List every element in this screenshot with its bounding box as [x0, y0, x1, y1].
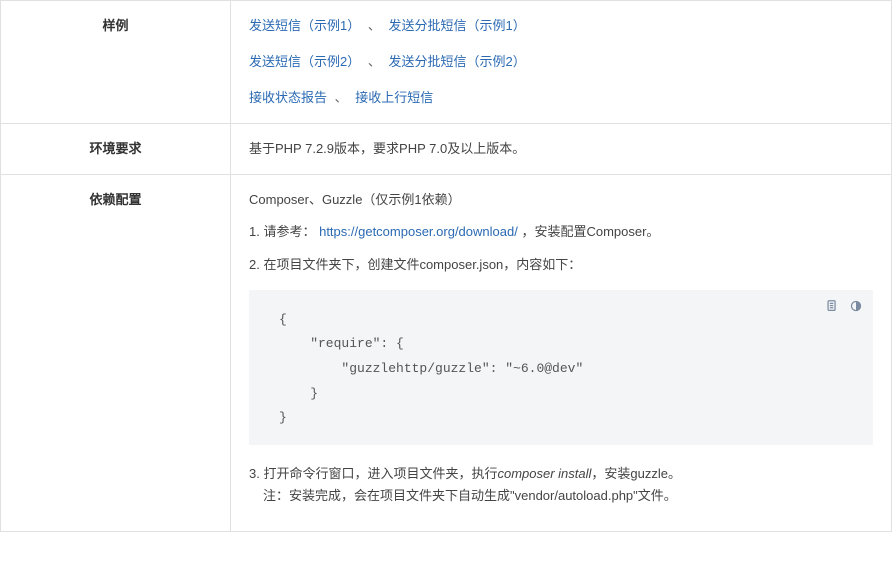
theme-toggle-icon[interactable] [849, 298, 863, 312]
link-send-batch-sms-ex2[interactable]: 发送分批短信（示例2） [389, 54, 526, 69]
content-samples: 发送短信（示例1） 、 发送分批短信（示例1） 发送短信（示例2） 、 发送分批… [231, 1, 892, 124]
code-content: { "require": { "guzzlehttp/guzzle": "~6.… [279, 308, 853, 431]
row-samples: 样例 发送短信（示例1） 、 发送分批短信（示例1） 发送短信（示例2） 、 发… [1, 1, 892, 124]
deps-step-3: 3. 打开命令行窗口，进入项目文件夹，执行composer install，安装… [249, 463, 873, 507]
row-deps: 依赖配置 Composer、Guzzle（仅示例1依赖） 1. 请参考： htt… [1, 175, 892, 532]
samples-line-3: 接收状态报告 、 接收上行短信 [249, 87, 873, 109]
step3-suffix: ，安装guzzle。 [591, 466, 681, 481]
step3-note: 注：安装完成，会在项目文件夹下自动生成"vendor/autoload.php"… [263, 485, 873, 507]
env-text: 基于PHP 7.2.9版本，要求PHP 7.0及以上版本。 [249, 141, 525, 156]
deps-step-2: 2. 在项目文件夹下，创建文件composer.json，内容如下： [249, 254, 873, 276]
deps-step-1: 1. 请参考： https://getcomposer.org/download… [249, 221, 873, 243]
label-samples: 样例 [1, 1, 231, 124]
step1-prefix: 1. 请参考： [249, 224, 315, 239]
link-receive-uplink[interactable]: 接收上行短信 [355, 90, 433, 105]
content-env: 基于PHP 7.2.9版本，要求PHP 7.0及以上版本。 [231, 124, 892, 175]
separator: 、 [368, 54, 381, 69]
separator: 、 [335, 90, 348, 105]
separator: 、 [368, 18, 381, 33]
row-env: 环境要求 基于PHP 7.2.9版本，要求PHP 7.0及以上版本。 [1, 124, 892, 175]
deps-intro: Composer、Guzzle（仅示例1依赖） [249, 189, 873, 211]
doc-table: 样例 发送短信（示例1） 、 发送分批短信（示例1） 发送短信（示例2） 、 发… [0, 0, 892, 532]
step1-suffix: ，安装配置Composer。 [521, 224, 659, 239]
content-deps: Composer、Guzzle（仅示例1依赖） 1. 请参考： https://… [231, 175, 892, 532]
label-env: 环境要求 [1, 124, 231, 175]
link-send-sms-ex1[interactable]: 发送短信（示例1） [249, 18, 360, 33]
link-receive-status[interactable]: 接收状态报告 [249, 90, 327, 105]
copy-icon[interactable] [825, 298, 839, 312]
step3-prefix: 3. 打开命令行窗口，进入项目文件夹，执行 [249, 466, 497, 481]
link-composer-download[interactable]: https://getcomposer.org/download/ [319, 224, 518, 239]
code-toolbar [825, 298, 863, 312]
link-send-sms-ex2[interactable]: 发送短信（示例2） [249, 54, 360, 69]
samples-line-1: 发送短信（示例1） 、 发送分批短信（示例1） [249, 15, 873, 37]
step3-cmd: composer install [497, 466, 591, 481]
code-block: { "require": { "guzzlehttp/guzzle": "~6.… [249, 290, 873, 445]
samples-line-2: 发送短信（示例2） 、 发送分批短信（示例2） [249, 51, 873, 73]
label-deps: 依赖配置 [1, 175, 231, 532]
link-send-batch-sms-ex1[interactable]: 发送分批短信（示例1） [389, 18, 526, 33]
